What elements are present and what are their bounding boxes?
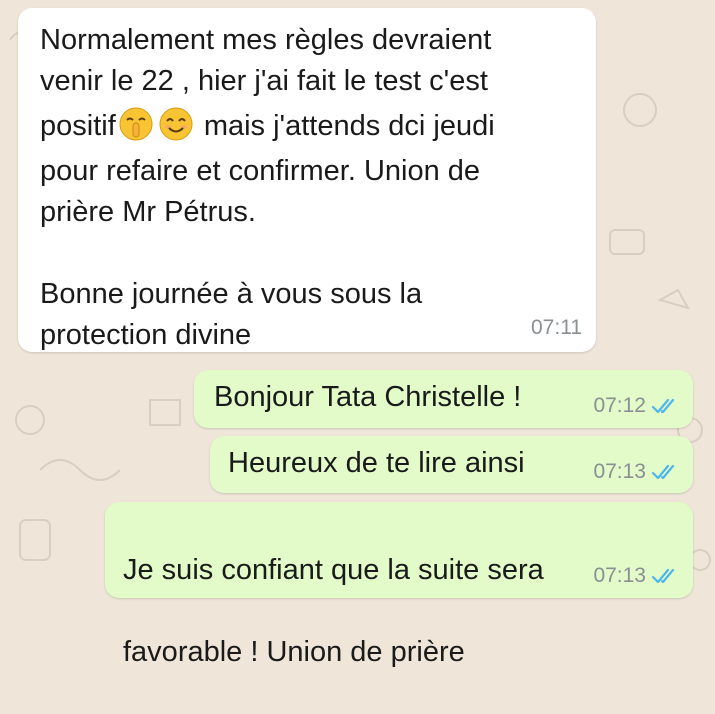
message-line: venir le 22 , hier j'ai fait le test c'e… bbox=[40, 65, 488, 97]
message-line: Bonne journée à vous sous la bbox=[40, 278, 423, 310]
outgoing-message-bubble[interactable]: Bonjour Tata Christelle ! 07:12 bbox=[194, 370, 693, 428]
message-timestamp: 07:13 bbox=[593, 460, 646, 483]
double-check-read-icon bbox=[651, 398, 675, 414]
message-timestamp: 07:12 bbox=[593, 394, 646, 417]
message-text: Je suis confiant que la suite sera favor… bbox=[123, 509, 544, 714]
message-text: Bonjour Tata Christelle ! bbox=[214, 381, 522, 413]
message-line: protection divine bbox=[40, 319, 252, 351]
message-text: Normalement mes règles devraient venir l… bbox=[40, 20, 495, 356]
message-line: Normalement mes règles devraient bbox=[40, 24, 492, 56]
message-meta: 07:13 bbox=[593, 564, 681, 588]
message-line: Je suis confiant que la suite sera bbox=[123, 554, 544, 586]
double-check-read-icon bbox=[651, 568, 675, 584]
message-timestamp: 07:13 bbox=[593, 564, 646, 587]
double-check-read-icon bbox=[651, 464, 675, 480]
outgoing-message-bubble[interactable]: Heureux de te lire ainsi 07:13 bbox=[210, 436, 693, 493]
message-line: positif mais j'attends dci jeudi bbox=[40, 102, 495, 151]
shushing-face-icon bbox=[119, 107, 153, 141]
smiling-face-icon bbox=[159, 107, 193, 141]
message-line-blank bbox=[40, 233, 495, 274]
outgoing-message-bubble[interactable]: Je suis confiant que la suite sera favor… bbox=[105, 502, 693, 668]
message-line: pour refaire et confirmer. Union de bbox=[40, 155, 481, 187]
message-meta: 07:12 bbox=[593, 394, 681, 418]
incoming-message-bubble[interactable]: Normalement mes règles devraient venir l… bbox=[18, 8, 596, 352]
message-meta: 07:13 bbox=[593, 460, 681, 484]
message-line: favorable ! Union de prière bbox=[123, 636, 465, 668]
message-timestamp: 07:11 bbox=[531, 316, 582, 339]
message-line: prière Mr Pétrus. bbox=[40, 196, 256, 228]
message-meta: 07:11 bbox=[531, 316, 582, 340]
message-text: Heureux de te lire ainsi bbox=[228, 447, 525, 479]
